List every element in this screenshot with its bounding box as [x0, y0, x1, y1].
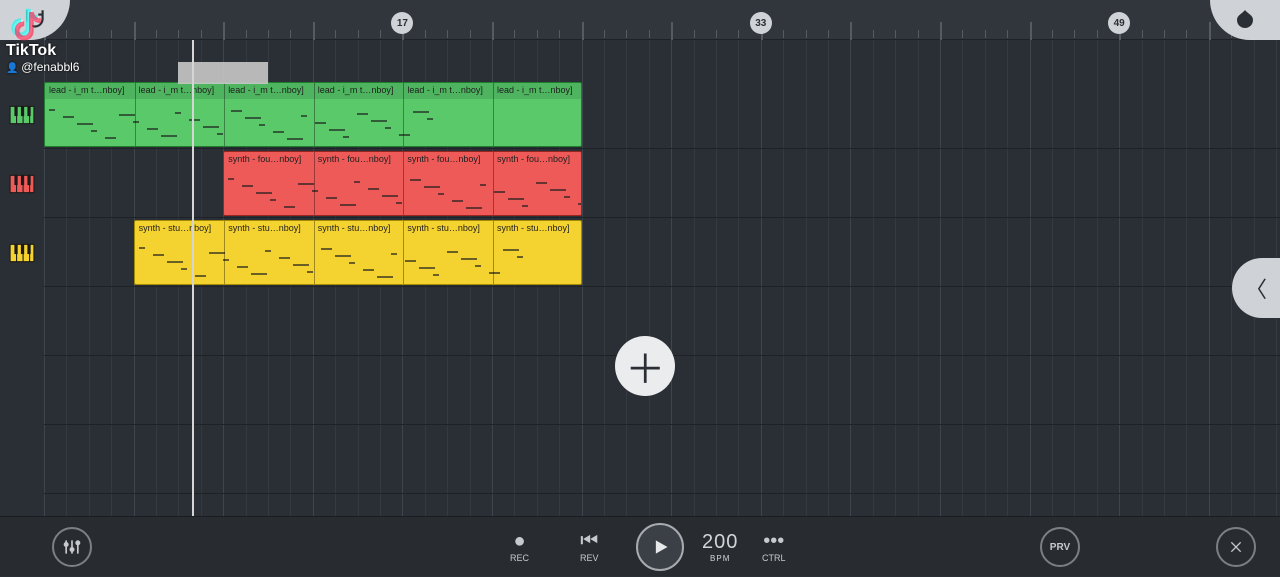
rewind-icon: ⏮	[580, 531, 598, 551]
close-button[interactable]	[1216, 517, 1256, 577]
track-header[interactable]	[0, 80, 44, 149]
arrangement-area[interactable]: lead - i_m t…nboy]lead - i_m t…nboy]lead…	[44, 40, 1280, 516]
preview-button[interactable]: PRV	[1040, 517, 1080, 577]
record-icon: ●	[513, 531, 525, 551]
timeline-ruler[interactable]: 17 33 49	[44, 0, 1280, 40]
clip-label: synth - fou…nboy]	[224, 152, 314, 168]
mixer-button[interactable]	[52, 517, 92, 577]
pattern-clip[interactable]: synth - fou…nboy]synth - fou…nboy]synth …	[223, 151, 581, 216]
track-header[interactable]	[0, 218, 44, 287]
play-icon	[636, 523, 684, 571]
pattern-clip[interactable]: lead - i_m t…nboy]lead - i_m t…nboy]lead…	[44, 82, 582, 147]
pattern-clip[interactable]: synth - stu…nboy]synth - stu…nboy]synth …	[134, 220, 582, 285]
play-button[interactable]	[636, 517, 684, 577]
playhead[interactable]	[192, 40, 194, 516]
clip-label: synth - fou…nboy]	[314, 152, 404, 168]
bpm-display[interactable]: 200 BPM	[702, 517, 738, 577]
record-button[interactable]: ● REC	[510, 517, 529, 577]
dots-icon: •••	[763, 531, 784, 551]
mixer-icon	[52, 527, 92, 567]
timeline-marker[interactable]: 17	[391, 12, 413, 34]
add-track-button[interactable]: ＋	[615, 336, 675, 396]
track-header[interactable]	[0, 149, 44, 218]
clip-label: lead - i_m t…nboy]	[493, 83, 582, 99]
clip-label: lead - i_m t…nboy]	[314, 83, 404, 99]
prv-label: PRV	[1040, 527, 1080, 567]
plus-icon: ＋	[625, 337, 665, 395]
ctrl-label: CTRL	[762, 553, 786, 563]
timeline-marker[interactable]: 49	[1108, 12, 1130, 34]
clip-label: lead - i_m t…nboy]	[45, 83, 135, 99]
track-row[interactable]	[44, 425, 1280, 494]
flstudio-logo-icon	[1233, 8, 1257, 32]
transport-bar: ● REC ⏮ REV 200 BPM ••• CTRL PRV	[0, 516, 1280, 576]
tiktok-logo-icon	[6, 4, 44, 42]
clip-label: lead - i_m t…nboy]	[135, 83, 225, 99]
piano-keys-icon	[9, 102, 35, 128]
clip-label: synth - stu…nboy]	[403, 221, 493, 237]
clip-label: synth - stu…nboy]	[314, 221, 404, 237]
tiktok-watermark: TikTok @fenabbl6	[6, 4, 79, 74]
clip-label: lead - i_m t…nboy]	[403, 83, 493, 99]
bpm-label: BPM	[702, 554, 738, 563]
ctrl-menu-button[interactable]: ••• CTRL	[762, 517, 786, 577]
clip-label: synth - stu…nboy]	[493, 221, 582, 237]
piano-keys-icon	[9, 171, 35, 197]
watermark-brand: TikTok	[6, 42, 79, 60]
track-header-column	[0, 40, 44, 516]
clip-label: synth - fou…nboy]	[403, 152, 493, 168]
clip-label: synth - stu…nboy]	[224, 221, 314, 237]
clip-label: synth - stu…nboy]	[135, 221, 225, 237]
clip-label: synth - fou…nboy]	[493, 152, 582, 168]
piano-keys-icon	[9, 240, 35, 266]
rewind-button[interactable]: ⏮ REV	[580, 517, 599, 577]
timeline-marker[interactable]: 33	[750, 12, 772, 34]
record-label: REC	[510, 553, 529, 563]
clip-label: lead - i_m t…nboy]	[224, 83, 314, 99]
chevron-left-icon: 〈	[1245, 272, 1267, 304]
rewind-label: REV	[580, 553, 599, 563]
bpm-value: 200	[702, 531, 738, 554]
watermark-handle: @fenabbl6	[6, 60, 79, 74]
close-icon	[1216, 527, 1256, 567]
